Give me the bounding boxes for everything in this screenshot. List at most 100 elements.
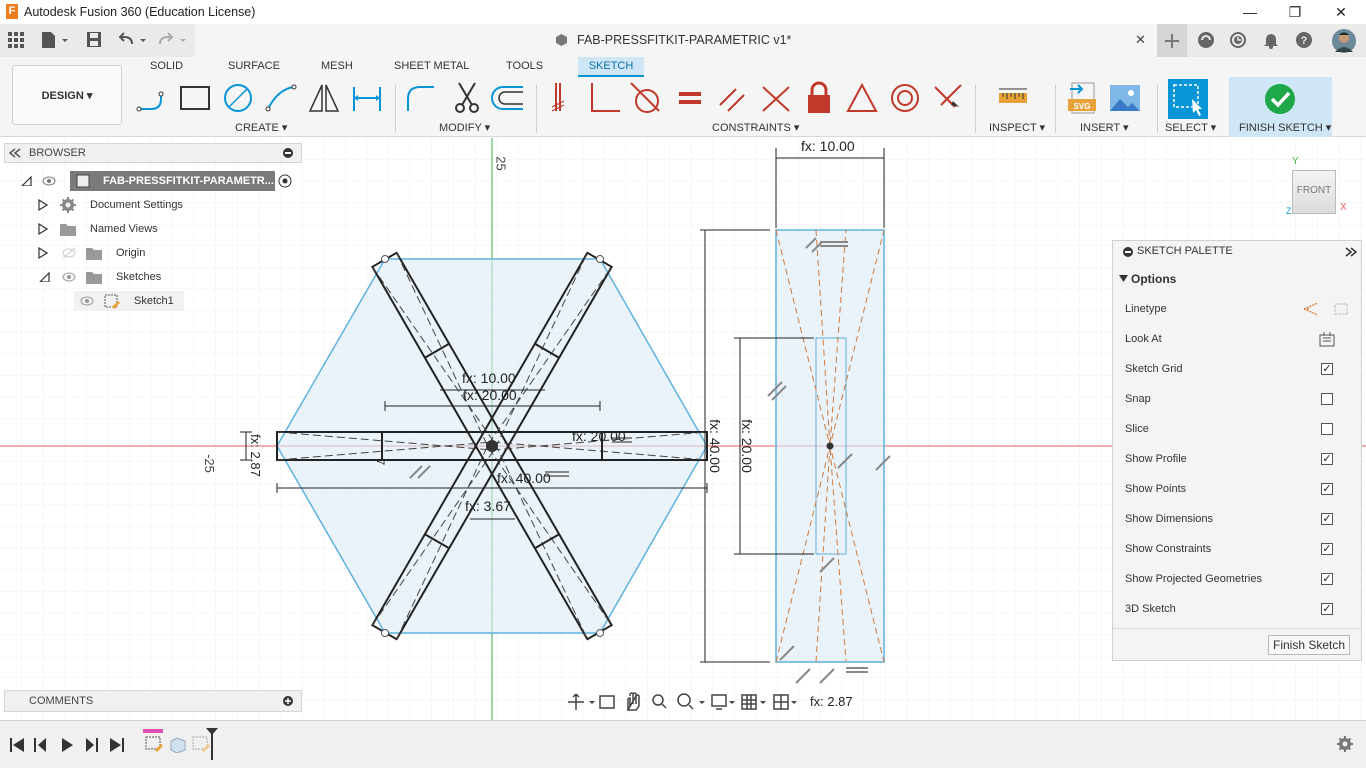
tab-sheet-metal[interactable]: SHEET METAL xyxy=(394,59,469,77)
line-tool-icon[interactable] xyxy=(135,81,169,115)
timeline-playback-controls[interactable] xyxy=(10,737,130,753)
minimize-panel-icon[interactable] xyxy=(1123,247,1133,257)
snap-checkbox[interactable] xyxy=(1321,393,1333,405)
help-icon[interactable]: ? xyxy=(1295,31,1313,49)
dim-hex-287[interactable]: fx: 2.87 xyxy=(248,434,263,477)
dim-hex-20[interactable]: fx: 20.00 xyxy=(463,387,517,403)
tree-item-named-views[interactable]: Named Views xyxy=(38,219,298,239)
circle-tool-icon[interactable] xyxy=(221,81,255,115)
section-collapse-triangle-icon[interactable] xyxy=(1119,275,1129,283)
dimension-tool-icon[interactable] xyxy=(350,81,384,115)
visibility-eye-icon[interactable] xyxy=(80,294,94,308)
construction-linetype-icon[interactable] xyxy=(1303,302,1319,316)
perpendicular-constraint-icon[interactable] xyxy=(588,81,622,115)
redo-icon[interactable] xyxy=(158,31,188,49)
select-tool[interactable] xyxy=(1168,79,1208,119)
sketch-grid-checkbox[interactable]: ✓ xyxy=(1321,363,1333,375)
job-status-icon[interactable] xyxy=(1229,31,1247,49)
visibility-eye-icon[interactable] xyxy=(62,270,76,284)
arc-tool-icon[interactable] xyxy=(264,81,298,115)
modify-menu[interactable]: MODIFY ▾ xyxy=(439,121,490,134)
look-at-icon[interactable] xyxy=(1319,331,1335,347)
mirror-tool-icon[interactable] xyxy=(307,81,341,115)
document-tab[interactable]: FAB-PRESSFITKIT-PARAMETRIC v1* ✕ xyxy=(195,24,1157,57)
data-panel-grid-icon[interactable] xyxy=(8,32,24,48)
finish-sketch-button[interactable]: FINISH SKETCH ▾ xyxy=(1229,77,1332,137)
tab-tools[interactable]: TOOLS xyxy=(506,59,543,77)
minimize-button[interactable]: — xyxy=(1230,2,1270,22)
constraints-menu[interactable]: CONSTRAINTS ▾ xyxy=(712,121,799,134)
tree-item-root[interactable]: FAB-PRESSFITKIT-PARAMETR... xyxy=(20,171,300,191)
show-constraints-checkbox[interactable]: ✓ xyxy=(1321,543,1333,555)
offset-tool-icon[interactable] xyxy=(491,81,525,115)
measure-ruler-icon[interactable] xyxy=(996,81,1030,115)
dim-hex-inner[interactable]: 7 xyxy=(374,459,386,465)
undo-icon[interactable] xyxy=(118,31,148,49)
fix-lock-icon[interactable] xyxy=(802,81,836,115)
timeline-sketch-icon[interactable] xyxy=(145,735,165,753)
tree-item-origin[interactable]: Origin xyxy=(38,243,298,263)
collapsed-triangle-icon[interactable] xyxy=(38,223,48,235)
3d-sketch-checkbox[interactable]: ✓ xyxy=(1321,603,1333,615)
equal-constraint-icon[interactable] xyxy=(673,81,707,115)
dim-right-inner[interactable]: fx: 20.00 xyxy=(739,419,755,473)
insert-svg-icon[interactable]: SVG xyxy=(1066,81,1100,115)
collapsed-triangle-icon[interactable] xyxy=(38,247,48,259)
tree-item-sketch1[interactable]: Sketch1 xyxy=(74,291,184,311)
collapse-panel-icon[interactable] xyxy=(9,148,21,158)
trim-scissors-icon[interactable] xyxy=(450,81,484,115)
close-document-button[interactable]: ✕ xyxy=(1135,32,1146,48)
tab-mesh[interactable]: MESH xyxy=(321,59,353,77)
palette-header[interactable]: SKETCH PALETTE xyxy=(1113,241,1361,263)
tab-surface[interactable]: SURFACE xyxy=(228,59,280,77)
triangle-midpoint-icon[interactable] xyxy=(845,81,879,115)
dim-hex-10[interactable]: fx: 10.00 xyxy=(462,370,516,386)
visibility-eye-icon[interactable] xyxy=(42,174,56,188)
rectangle-tool-icon[interactable] xyxy=(178,81,212,115)
viewcube[interactable]: FRONT Y X Z xyxy=(1284,156,1350,216)
comments-panel[interactable]: COMMENTS xyxy=(4,690,302,712)
add-comment-icon[interactable] xyxy=(283,696,293,706)
notifications-bell-icon[interactable] xyxy=(1262,31,1280,49)
collapsed-triangle-icon[interactable] xyxy=(38,199,48,211)
expanded-triangle-icon[interactable] xyxy=(38,272,50,282)
slice-checkbox[interactable] xyxy=(1321,423,1333,435)
select-menu[interactable]: SELECT ▾ xyxy=(1165,121,1216,134)
expanded-triangle-icon[interactable] xyxy=(20,176,32,186)
dim-hex-367[interactable]: fx: 3.67 xyxy=(465,498,511,514)
fillet-tool-icon[interactable] xyxy=(404,81,438,115)
insert-image-icon[interactable] xyxy=(1108,81,1142,115)
viewcube-front-face[interactable]: FRONT xyxy=(1292,170,1336,214)
show-dimensions-checkbox[interactable]: ✓ xyxy=(1321,513,1333,525)
dim-hex-40[interactable]: fx: 40.00 xyxy=(497,470,551,486)
tree-item-document-settings[interactable]: Document Settings xyxy=(38,195,298,215)
show-points-checkbox[interactable]: ✓ xyxy=(1321,483,1333,495)
maximize-button[interactable]: ❐ xyxy=(1275,2,1315,22)
centerline-linetype-icon[interactable] xyxy=(1333,302,1349,316)
timeline-settings-gear-icon[interactable] xyxy=(1337,736,1353,752)
expand-panel-icon[interactable] xyxy=(1345,247,1357,257)
file-menu-icon[interactable] xyxy=(40,31,70,49)
collinear-constraint-icon[interactable] xyxy=(759,81,793,115)
save-icon[interactable] xyxy=(86,31,102,49)
user-avatar[interactable] xyxy=(1331,28,1357,54)
show-projected-checkbox[interactable]: ✓ xyxy=(1321,573,1333,585)
dim-right-height[interactable]: fx: 40.00 xyxy=(707,419,723,473)
inspect-menu[interactable]: INSPECT ▾ xyxy=(989,121,1045,134)
timeline-extrude-icon[interactable] xyxy=(168,735,188,753)
tangent-constraint-icon[interactable] xyxy=(629,81,663,115)
show-profile-checkbox[interactable]: ✓ xyxy=(1321,453,1333,465)
insert-menu[interactable]: INSERT ▾ xyxy=(1080,121,1129,134)
coincident-constraint-icon[interactable] xyxy=(546,81,580,115)
palette-finish-sketch-button[interactable]: Finish Sketch xyxy=(1268,635,1350,655)
tab-sketch[interactable]: SKETCH xyxy=(578,57,644,77)
create-menu[interactable]: CREATE ▾ xyxy=(235,121,287,134)
options-section[interactable]: Options xyxy=(1117,271,1357,289)
tree-item-sketches[interactable]: Sketches xyxy=(38,267,298,287)
timeline-marker-handle[interactable] xyxy=(205,727,219,761)
close-window-button[interactable]: ✕ xyxy=(1321,2,1361,22)
symmetry-constraint-icon[interactable] xyxy=(931,81,965,115)
parallel-constraint-icon[interactable] xyxy=(716,81,750,115)
new-tab-button[interactable] xyxy=(1157,24,1187,57)
workspace-switcher[interactable]: DESIGN ▾ xyxy=(12,65,122,125)
